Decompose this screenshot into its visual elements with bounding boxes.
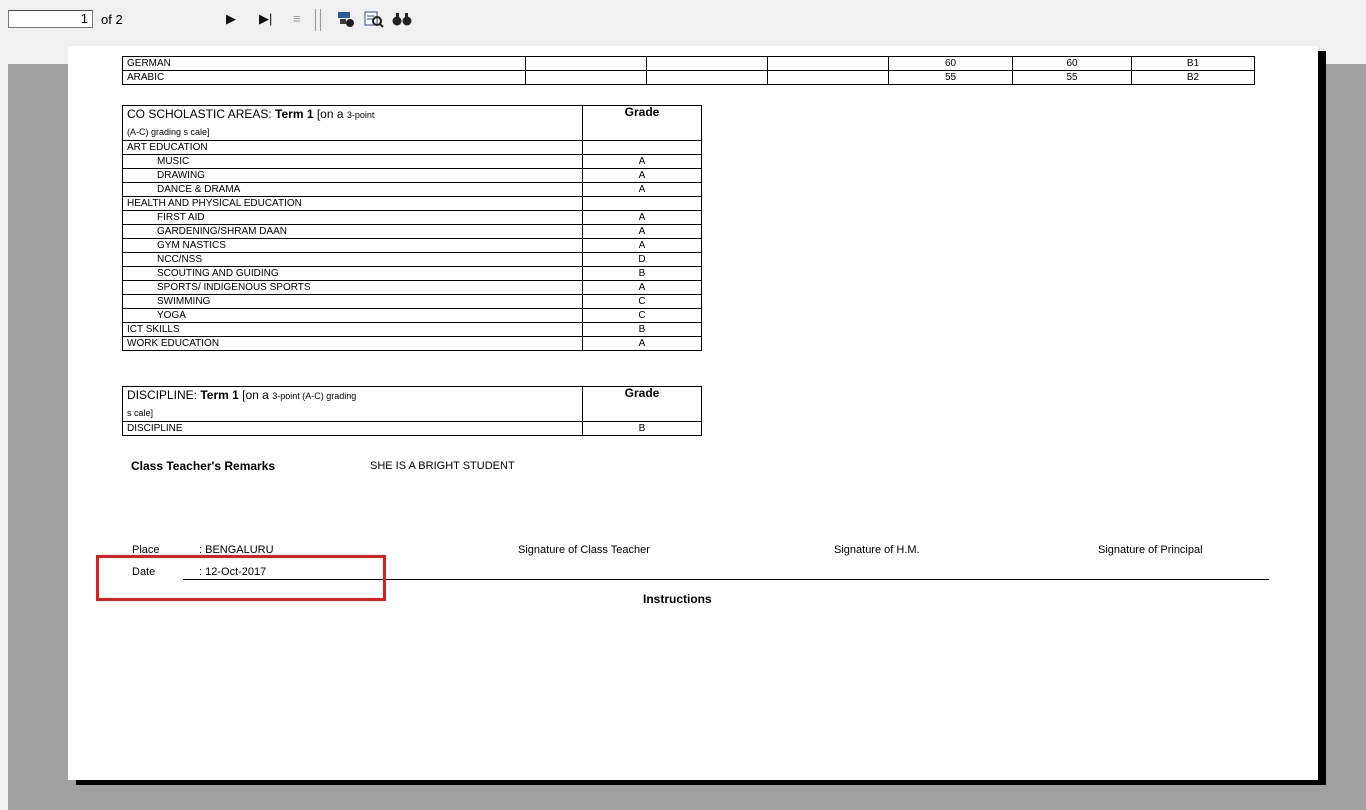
- page-count-label: of 2: [101, 12, 123, 27]
- subject-cell: [525, 70, 647, 85]
- activity-label: DRAWING: [122, 168, 583, 183]
- remarks-value: SHE IS A BRIGHT STUDENT: [370, 460, 515, 472]
- left-strip: [0, 64, 8, 810]
- subject-name: GERMAN: [122, 56, 526, 71]
- activity-label: YOGA: [122, 308, 583, 323]
- remarks-label: Class Teacher's Remarks: [131, 459, 276, 473]
- subject-cell: B1: [1131, 56, 1255, 71]
- page-number-input[interactable]: 1: [8, 10, 93, 28]
- co-scholastic-row: DRAWING A: [122, 168, 702, 183]
- subject-cell: B2: [1131, 70, 1255, 85]
- subject-cell: 60: [888, 56, 1013, 71]
- co-scholastic-row: DANCE & DRAMA A: [122, 182, 702, 197]
- activity-grade: C: [582, 294, 702, 309]
- activity-grade: B: [582, 266, 702, 281]
- subject-row: GERMAN 60 60 B1: [122, 56, 1255, 71]
- subject-cell: [646, 70, 768, 85]
- co-scholastic-row: SCOUTING AND GUIDING B: [122, 266, 702, 281]
- subject-cell: [767, 70, 889, 85]
- subject-cell: [646, 56, 768, 71]
- activity-grade: A: [582, 210, 702, 225]
- instructions-heading: Instructions: [643, 592, 712, 606]
- co-scholastic-row: FIRST AID A: [122, 210, 702, 225]
- activity-grade: [582, 140, 702, 155]
- co-scholastic-row: GARDENING/SHRAM DAAN A: [122, 224, 702, 239]
- subject-cell: 55: [1012, 70, 1132, 85]
- activity-label: ART EDUCATION: [122, 140, 583, 155]
- co-scholastic-row: WORK EDUCATION A: [122, 336, 702, 351]
- activity-grade: C: [582, 308, 702, 323]
- group-tree-icon[interactable]: [336, 10, 356, 33]
- toolbar-separator: [320, 9, 321, 31]
- discipline-header: DISCIPLINE: Term 1 [on a 3-point (A-C) g…: [122, 386, 583, 422]
- activity-label: SWIMMING: [122, 294, 583, 309]
- co-scholastic-table: CO SCHOLASTIC AREAS: Term 1 [on a 3-poin…: [122, 105, 702, 351]
- activity-label: DANCE & DRAMA: [122, 182, 583, 197]
- activity-grade: A: [582, 154, 702, 169]
- activity-grade: A: [582, 280, 702, 295]
- co-scholastic-row: MUSIC A: [122, 154, 702, 169]
- highlight-box: [96, 555, 386, 601]
- subject-cell: [525, 56, 647, 71]
- co-scholastic-row: SWIMMING C: [122, 294, 702, 309]
- activity-grade: [582, 196, 702, 211]
- activity-grade: A: [582, 168, 702, 183]
- toolbar-separator: [315, 9, 316, 31]
- activity-label: SCOUTING AND GUIDING: [122, 266, 583, 281]
- co-scholastic-row: HEALTH AND PHYSICAL EDUCATION: [122, 196, 702, 211]
- activity-grade: A: [582, 336, 702, 351]
- co-scholastic-row: GYM NASTICS A: [122, 238, 702, 253]
- subject-cell: 60: [1012, 56, 1132, 71]
- discipline-table: DISCIPLINE: Term 1 [on a 3-point (A-C) g…: [122, 386, 702, 436]
- signature-principal: Signature of Principal: [1098, 544, 1203, 556]
- report-toolbar: 1 of 2 ▶ ▶| ≡: [0, 0, 1366, 40]
- co-scholastic-row: NCC/NSS D: [122, 252, 702, 267]
- subject-row: ARABIC 55 55 B2: [122, 70, 1255, 85]
- discipline-row-label: DISCIPLINE: [122, 421, 583, 436]
- discipline-row-grade: B: [582, 421, 702, 436]
- activity-grade: A: [582, 224, 702, 239]
- subject-cell: [767, 56, 889, 71]
- activity-label: ICT SKILLS: [122, 322, 583, 337]
- zoom-icon[interactable]: [364, 10, 384, 33]
- activity-label: WORK EDUCATION: [122, 336, 583, 351]
- activity-label: FIRST AID: [122, 210, 583, 225]
- co-scholastic-row: SPORTS/ INDIGENOUS SPORTS A: [122, 280, 702, 295]
- activity-label: SPORTS/ INDIGENOUS SPORTS: [122, 280, 583, 295]
- activity-grade: A: [582, 182, 702, 197]
- activity-grade: D: [582, 252, 702, 267]
- co-scholastic-row: ICT SKILLS B: [122, 322, 702, 337]
- activity-label: GARDENING/SHRAM DAAN: [122, 224, 583, 239]
- last-page-icon[interactable]: ▶|: [259, 10, 272, 28]
- activity-label: MUSIC: [122, 154, 583, 169]
- co-scholastic-grade-header: Grade: [582, 105, 702, 141]
- activity-grade: A: [582, 238, 702, 253]
- activity-label: HEALTH AND PHYSICAL EDUCATION: [122, 196, 583, 211]
- subject-name: ARABIC: [122, 70, 526, 85]
- activity-label: NCC/NSS: [122, 252, 583, 267]
- next-page-icon[interactable]: ▶: [226, 10, 236, 28]
- discipline-grade-header: Grade: [582, 386, 702, 422]
- signature-hm: Signature of H.M.: [834, 544, 920, 556]
- subjects-table: GERMAN 60 60 B1 ARABIC 55 55 B2: [122, 56, 1255, 85]
- stop-icon[interactable]: ≡: [293, 10, 301, 28]
- activity-grade: B: [582, 322, 702, 337]
- co-scholastic-header: CO SCHOLASTIC AREAS: Term 1 [on a 3-poin…: [122, 105, 583, 141]
- subject-cell: 55: [888, 70, 1013, 85]
- co-scholastic-row: ART EDUCATION: [122, 140, 702, 155]
- co-scholastic-row: YOGA C: [122, 308, 702, 323]
- signature-class-teacher: Signature of Class Teacher: [518, 544, 650, 556]
- report-page: GERMAN 60 60 B1 ARABIC 55 55 B2 CO SCHOLASTIC A…: [68, 46, 1318, 780]
- activity-label: GYM NASTICS: [122, 238, 583, 253]
- search-binoculars-icon[interactable]: [392, 10, 412, 33]
